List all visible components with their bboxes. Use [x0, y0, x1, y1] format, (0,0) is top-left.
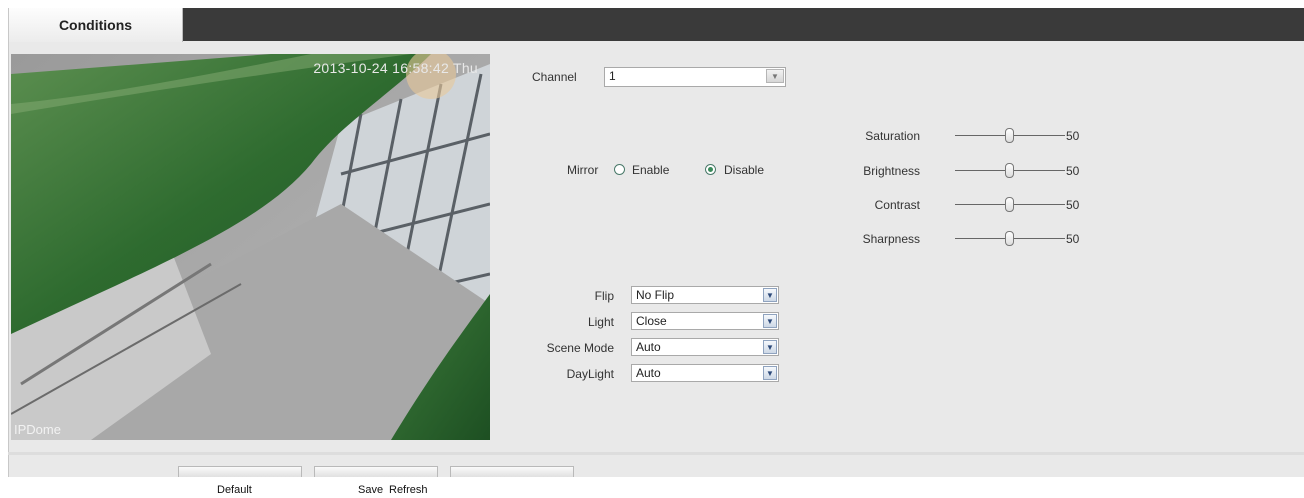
brightness-label: Brightness	[863, 164, 920, 178]
flip-select[interactable]: No Flip ▼	[631, 286, 779, 304]
light-select[interactable]: Close ▼	[631, 312, 779, 330]
save-button-label[interactable]: Save	[358, 484, 383, 496]
default-button[interactable]	[178, 466, 302, 477]
video-preview: 2013-10-24 16:58:42 Thu IPDome	[11, 54, 490, 440]
saturation-slider[interactable]	[955, 128, 1065, 144]
chevron-down-icon: ▼	[763, 288, 777, 302]
tab-conditions-label: Conditions	[58, 17, 133, 33]
camera-image	[11, 54, 490, 440]
footer-divider	[8, 452, 1304, 455]
slider-thumb[interactable]	[1005, 231, 1014, 246]
slider-thumb[interactable]	[1005, 163, 1014, 178]
brightness-slider[interactable]	[955, 163, 1065, 179]
saturation-label: Saturation	[865, 129, 920, 143]
channel-value: 1	[609, 69, 616, 83]
sharpness-label: Sharpness	[862, 232, 920, 246]
daylight-select[interactable]: Auto ▼	[631, 364, 779, 382]
sharpness-value: 50	[1066, 232, 1080, 246]
slider-thumb[interactable]	[1005, 197, 1014, 212]
mirror-disable-label: Disable	[724, 163, 765, 177]
osd-timestamp: 2013-10-24 16:58:42 Thu	[313, 60, 478, 76]
light-label: Light	[587, 315, 614, 329]
contrast-slider[interactable]	[955, 197, 1065, 213]
mirror-disable-radio[interactable]	[705, 164, 716, 175]
mirror-label: Mirror	[567, 163, 599, 177]
flip-value: No Flip	[636, 288, 675, 302]
refresh-button-label[interactable]: Refresh	[389, 484, 428, 496]
channel-select[interactable]: 1 ▼	[604, 67, 786, 87]
sharpness-slider[interactable]	[955, 231, 1065, 247]
contrast-value: 50	[1066, 198, 1080, 212]
chevron-down-icon: ▼	[763, 340, 777, 354]
daylight-label: DayLight	[566, 367, 614, 381]
scene-mode-value: Auto	[636, 340, 661, 354]
light-value: Close	[636, 314, 667, 328]
channel-label: Channel	[532, 70, 577, 84]
contrast-label: Contrast	[874, 198, 920, 212]
chevron-down-icon: ▼	[763, 314, 777, 328]
tab-conditions[interactable]: Conditions	[9, 8, 183, 42]
scene-mode-select[interactable]: Auto ▼	[631, 338, 779, 356]
flip-label: Flip	[594, 289, 614, 303]
slider-thumb[interactable]	[1005, 128, 1014, 143]
scene-mode-label: Scene Mode	[546, 341, 614, 355]
default-button-label[interactable]: Default	[217, 484, 252, 496]
osd-channel-name: IPDome	[14, 422, 61, 437]
chevron-down-icon: ▼	[766, 69, 784, 83]
refresh-button[interactable]	[450, 466, 574, 477]
mirror-enable-label: Enable	[632, 163, 670, 177]
mirror-enable-radio[interactable]	[614, 164, 625, 175]
daylight-value: Auto	[636, 366, 661, 380]
tab-bar: Conditions	[9, 8, 1304, 42]
chevron-down-icon: ▼	[763, 366, 777, 380]
saturation-value: 50	[1066, 129, 1080, 143]
brightness-value: 50	[1066, 164, 1080, 178]
save-button[interactable]	[314, 466, 438, 477]
